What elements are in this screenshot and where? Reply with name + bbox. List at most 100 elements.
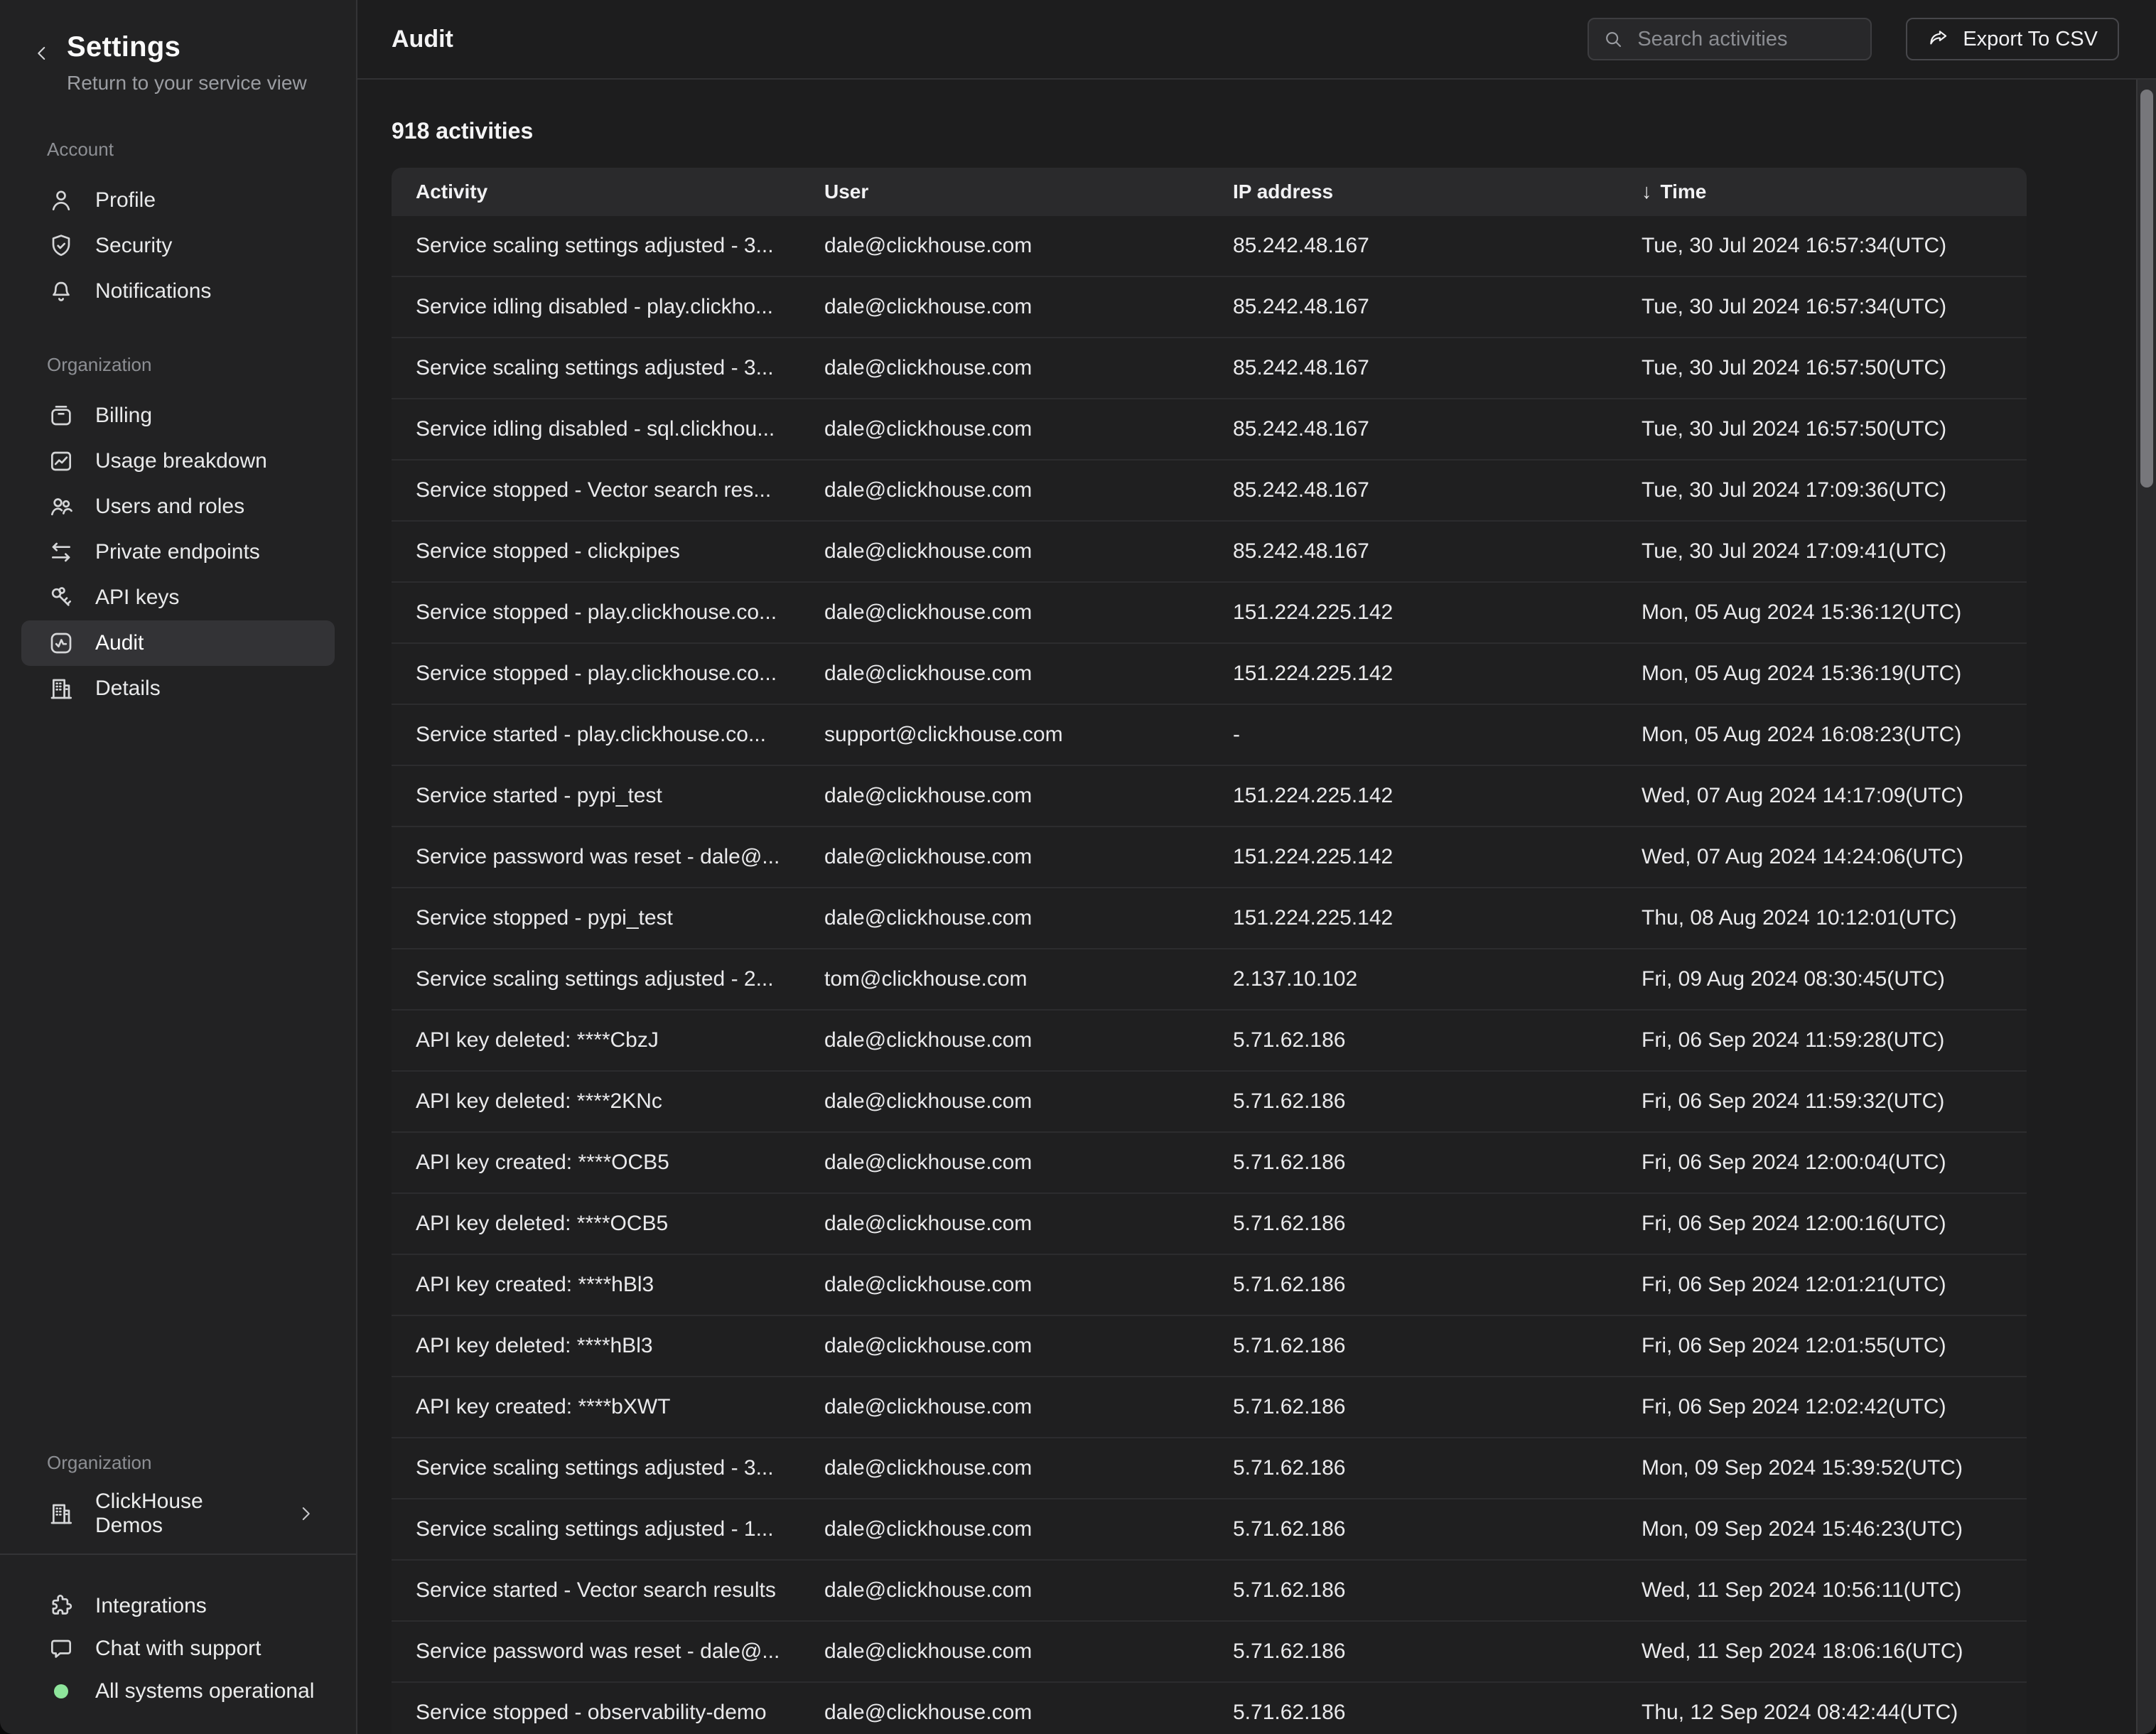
time-cell: Tue, 30 Jul 2024 16:57:34(UTC)	[1617, 234, 2027, 258]
audit-content: 918 activities ActivityUserIP address↓Ti…	[357, 80, 2156, 1734]
export-csv-label: Export To CSV	[1963, 28, 2098, 51]
time-cell: Tue, 30 Jul 2024 16:57:50(UTC)	[1617, 417, 2027, 441]
column-header-user[interactable]: User	[800, 181, 1209, 203]
sidebar-item-usage-breakdown[interactable]: Usage breakdown	[21, 438, 335, 484]
time-cell: Wed, 11 Sep 2024 10:56:11(UTC)	[1617, 1578, 2027, 1603]
user-cell: dale@clickhouse.com	[800, 417, 1209, 441]
sidebar-item-details[interactable]: Details	[21, 666, 335, 711]
activity-cell: Service idling disabled - sql.clickhou..…	[392, 417, 800, 441]
activity-cell: API key created: ****OCB5	[392, 1151, 800, 1175]
search-input[interactable]	[1636, 27, 1858, 52]
ip-cell: 5.71.62.186	[1209, 1089, 1617, 1114]
section-label: Account	[0, 139, 356, 161]
sidebar-item-label: Private endpoints	[95, 540, 260, 564]
sidebar-item-notifications[interactable]: Notifications	[21, 269, 335, 314]
ip-cell: 151.224.225.142	[1209, 601, 1617, 625]
sidebar-item-private-endpoints[interactable]: Private endpoints	[21, 529, 335, 575]
time-cell: Thu, 08 Aug 2024 10:12:01(UTC)	[1617, 906, 2027, 930]
sidebar-item-profile[interactable]: Profile	[21, 178, 335, 223]
column-header-activity[interactable]: Activity	[392, 181, 800, 203]
scrollbar-thumb[interactable]	[2140, 90, 2153, 488]
table-row: API key created: ****OCB5dale@clickhouse…	[392, 1133, 2027, 1194]
time-cell: Fri, 06 Sep 2024 12:01:55(UTC)	[1617, 1334, 2027, 1358]
back-button[interactable]	[31, 43, 53, 66]
export-csv-button[interactable]: Export To CSV	[1906, 18, 2119, 60]
column-header-label: User	[824, 181, 868, 203]
activity-cell: Service scaling settings adjusted - 3...	[392, 234, 800, 258]
table-row: Service stopped - play.clickhouse.co...d…	[392, 644, 2027, 705]
sidebar-section-account: Account Profile SecurityNotifications	[0, 139, 356, 314]
sidebar-item-label: Users and roles	[95, 495, 244, 519]
footer-item-label: Integrations	[95, 1594, 207, 1618]
footer-item-integrations[interactable]: Integrations	[0, 1585, 356, 1627]
footer-item-all-systems-operational[interactable]: All systems operational	[0, 1670, 356, 1713]
table-row: Service stopped - pypi_testdale@clickhou…	[392, 888, 2027, 949]
activity-cell: Service scaling settings adjusted - 1...	[392, 1517, 800, 1541]
user-cell: dale@clickhouse.com	[800, 1395, 1209, 1419]
activity-cell: Service started - play.clickhouse.co...	[392, 723, 800, 747]
user-cell: dale@clickhouse.com	[800, 1212, 1209, 1236]
time-cell: Fri, 06 Sep 2024 12:00:16(UTC)	[1617, 1212, 2027, 1236]
activity-cell: Service scaling settings adjusted - 3...	[392, 356, 800, 380]
org-switcher[interactable]: ClickHouse Demos	[0, 1491, 356, 1536]
time-cell: Wed, 07 Aug 2024 14:17:09(UTC)	[1617, 784, 2027, 808]
sidebar-item-label: Billing	[95, 404, 152, 428]
time-cell: Fri, 06 Sep 2024 11:59:28(UTC)	[1617, 1028, 2027, 1052]
bell-icon	[47, 277, 75, 306]
user-cell: dale@clickhouse.com	[800, 1456, 1209, 1480]
ip-cell: 5.71.62.186	[1209, 1456, 1617, 1480]
sidebar-section-organization: OrganizationBillingUsage breakdownUsers …	[0, 354, 356, 711]
puzzle-icon	[47, 1592, 75, 1620]
activity-cell: API key deleted: ****OCB5	[392, 1212, 800, 1236]
sidebar-item-audit[interactable]: Audit	[21, 620, 335, 666]
user-cell: dale@clickhouse.com	[800, 906, 1209, 930]
time-cell: Wed, 07 Aug 2024 14:24:06(UTC)	[1617, 845, 2027, 869]
column-header-ip-address[interactable]: IP address	[1209, 181, 1617, 203]
sidebar-item-users-and-roles[interactable]: Users and roles	[21, 484, 335, 529]
user-cell: dale@clickhouse.com	[800, 234, 1209, 258]
table-row: Service scaling settings adjusted - 2...…	[392, 949, 2027, 1011]
sidebar-item-label: Profile	[95, 188, 156, 212]
table-header: Activity User IP address↓Time	[392, 168, 2027, 216]
sidebar-item-api-keys[interactable]: API keys	[21, 575, 335, 620]
table-row: Service idling disabled - play.clickho..…	[392, 277, 2027, 338]
search-box[interactable]	[1588, 18, 1872, 60]
search-icon	[1602, 28, 1624, 50]
ip-cell: 5.71.62.186	[1209, 1028, 1617, 1052]
user-cell: dale@clickhouse.com	[800, 601, 1209, 625]
scrollbar-track[interactable]	[2136, 80, 2156, 1734]
activity-cell: Service idling disabled - play.clickho..…	[392, 295, 800, 319]
sidebar-item-label: API keys	[95, 586, 179, 610]
ip-cell: 151.224.225.142	[1209, 845, 1617, 869]
column-header-time[interactable]: ↓Time	[1617, 181, 2027, 204]
activity-icon	[47, 629, 75, 657]
settings-subtitle[interactable]: Return to your service view	[67, 72, 307, 95]
users-icon	[47, 492, 75, 521]
activity-cell: API key created: ****hBl3	[392, 1273, 800, 1297]
chart-icon	[47, 447, 75, 475]
chat-icon	[47, 1635, 75, 1663]
column-header-label: Activity	[416, 181, 487, 203]
user-cell: dale@clickhouse.com	[800, 1639, 1209, 1664]
footer-item-chat-with-support[interactable]: Chat with support	[0, 1627, 356, 1670]
wallet-icon	[47, 402, 75, 430]
sidebar-bottom: Organization ClickHouse Demos Integratio…	[0, 1452, 356, 1734]
activity-cell: Service stopped - Vector search res...	[392, 478, 800, 502]
table-row: Service started - play.clickhouse.co...s…	[392, 705, 2027, 766]
ip-cell: 5.71.62.186	[1209, 1578, 1617, 1603]
ip-cell: 5.71.62.186	[1209, 1395, 1617, 1419]
sidebar-item-billing[interactable]: Billing	[21, 393, 335, 438]
time-cell: Mon, 05 Aug 2024 15:36:12(UTC)	[1617, 601, 2027, 625]
user-cell: dale@clickhouse.com	[800, 1517, 1209, 1541]
user-cell: dale@clickhouse.com	[800, 784, 1209, 808]
sidebar-item-security[interactable]: Security	[21, 223, 335, 269]
table-row: Service scaling settings adjusted - 1...…	[392, 1499, 2027, 1561]
org-name: ClickHouse Demos	[95, 1490, 275, 1538]
settings-title: Settings	[67, 31, 307, 63]
activity-cell: API key deleted: ****2KNc	[392, 1089, 800, 1114]
activity-cell: Service stopped - play.clickhouse.co...	[392, 601, 800, 625]
activity-cell: API key deleted: ****CbzJ	[392, 1028, 800, 1052]
ip-cell: 5.71.62.186	[1209, 1517, 1617, 1541]
table-row: Service scaling settings adjusted - 3...…	[392, 1438, 2027, 1499]
time-cell: Fri, 06 Sep 2024 12:02:42(UTC)	[1617, 1395, 2027, 1419]
